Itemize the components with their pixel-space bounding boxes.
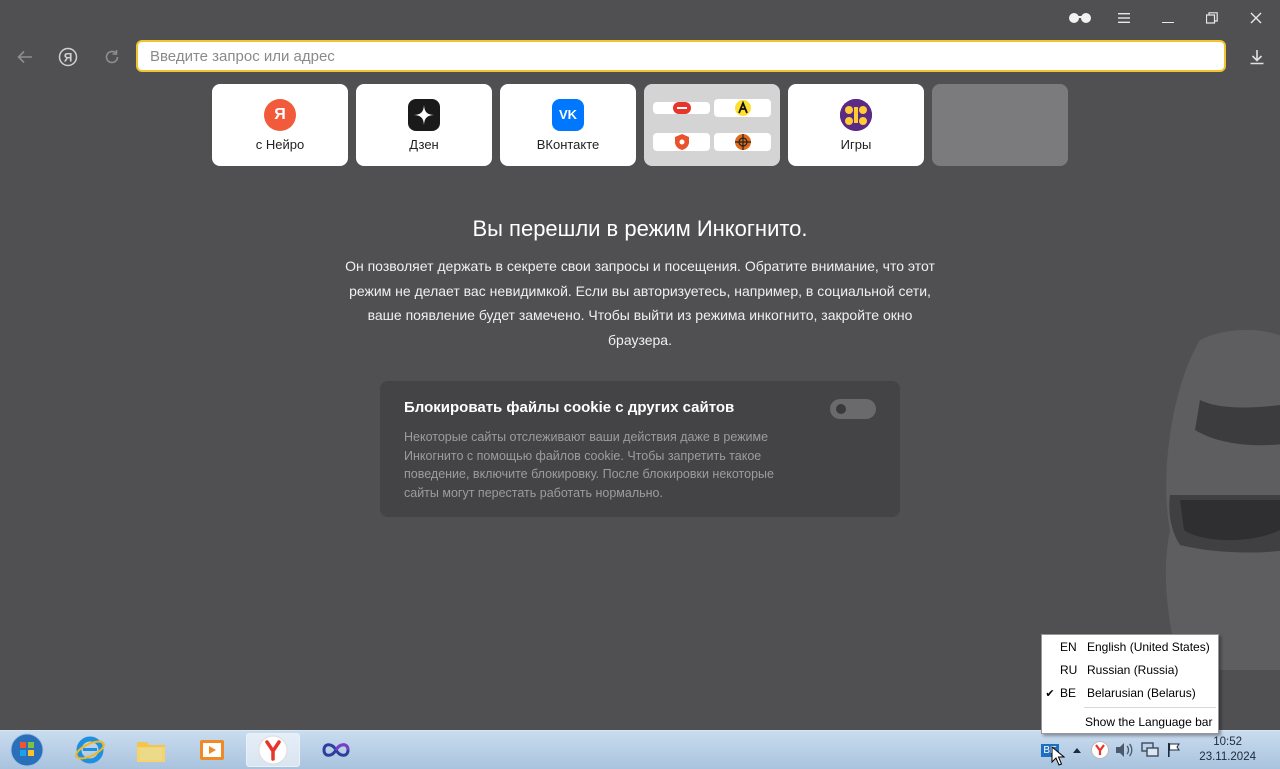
yandex-neuro-icon: Я — [264, 98, 296, 131]
minimize-icon[interactable] — [1154, 8, 1182, 28]
show-language-bar-label: Show the Language bar — [1085, 715, 1213, 729]
address-input[interactable] — [148, 46, 1224, 66]
volume-icon[interactable] — [1114, 731, 1134, 769]
address-bar[interactable] — [136, 40, 1226, 72]
close-icon[interactable] — [1242, 8, 1270, 28]
back-icon[interactable] — [12, 44, 38, 70]
language-code: BE — [1060, 686, 1077, 700]
cookie-block-description: Некоторые сайты отслеживают ваши действи… — [404, 430, 774, 500]
language-code: EN — [1060, 640, 1077, 654]
yandex-browser-taskbar-icon[interactable] — [246, 733, 300, 767]
network-icon[interactable] — [1140, 731, 1160, 769]
taskbar: BE 10:52 23.11.2024 — [0, 730, 1280, 769]
media-player-icon[interactable] — [185, 733, 239, 767]
tile-label: с Нейро — [255, 136, 305, 152]
mini-site-4[interactable] — [714, 133, 771, 151]
show-hidden-icons-icon[interactable] — [1070, 731, 1084, 769]
restore-icon[interactable] — [1198, 8, 1226, 28]
language-code: RU — [1060, 663, 1078, 677]
start-button[interactable] — [0, 733, 54, 767]
incognito-title: Вы перешли в режим Инкогнито. — [472, 216, 808, 241]
clock-time: 10:52 — [1213, 736, 1243, 748]
dzen-icon — [408, 98, 440, 131]
infinity-app-icon[interactable] — [309, 733, 363, 767]
mini-site-3[interactable] — [653, 133, 710, 151]
incognito-description: Он позволяет держать в секрете свои запр… — [345, 258, 935, 348]
tile-neuro[interactable]: Я с Нейро — [212, 84, 348, 166]
language-name: Russian (Russia) — [1087, 663, 1179, 677]
menu-divider — [1084, 707, 1216, 708]
language-item-en[interactable]: EN English (United States) — [1042, 636, 1218, 658]
mini-site-1[interactable] — [653, 102, 710, 114]
games-icon — [840, 98, 872, 131]
reload-icon[interactable] — [99, 44, 125, 70]
cookie-block-toggle[interactable] — [830, 399, 876, 419]
show-language-bar-item[interactable]: Show the Language bar — [1042, 711, 1218, 733]
system-clock[interactable]: 10:52 23.11.2024 — [1199, 735, 1256, 765]
internet-explorer-icon[interactable] — [63, 733, 117, 767]
speed-dial: Я с Нейро Дзен VK ВКонтакте Игры — [212, 84, 1068, 166]
action-center-flag-icon[interactable] — [1164, 731, 1184, 769]
vk-icon: VK — [552, 98, 584, 131]
tile-games[interactable]: Игры — [788, 84, 924, 166]
cookie-block-title: Блокировать файлы cookie с других сайтов — [404, 399, 735, 416]
menu-icon[interactable] — [1110, 8, 1138, 28]
tile-vk[interactable]: VK ВКонтакте — [500, 84, 636, 166]
checkmark-icon: ✔ — [1045, 687, 1055, 700]
explorer-folder-icon[interactable] — [124, 733, 178, 767]
cookie-block-card: Блокировать файлы cookie с других сайтов… — [380, 381, 900, 517]
language-name: Belarusian (Belarus) — [1087, 686, 1196, 700]
browser-window: Я Я с Нейро Дзен VK ВКонтакте — [0, 0, 1280, 730]
svg-text:Я: Я — [64, 51, 73, 65]
incognito-glasses-icon — [1066, 8, 1094, 28]
language-menu: EN English (United States) RU Russian (R… — [1041, 634, 1219, 734]
tile-label: Дзен — [409, 136, 439, 152]
incognito-mascot-icon — [1165, 330, 1280, 670]
language-item-be[interactable]: ✔ BE Belarusian (Belarus) — [1042, 682, 1218, 704]
tile-dzen[interactable]: Дзен — [356, 84, 492, 166]
tile-group[interactable] — [644, 84, 780, 166]
tile-empty[interactable] — [932, 84, 1068, 166]
yandex-tray-icon[interactable] — [1090, 731, 1110, 769]
tile-label: ВКонтакте — [536, 136, 600, 152]
downloads-icon[interactable] — [1244, 44, 1270, 70]
clock-date: 23.11.2024 — [1199, 751, 1256, 763]
language-item-ru[interactable]: RU Russian (Russia) — [1042, 659, 1218, 681]
mini-site-2[interactable] — [714, 99, 771, 117]
language-name: English (United States) — [1087, 640, 1210, 654]
yandex-logo-icon[interactable]: Я — [55, 44, 81, 70]
tile-label: Игры — [840, 136, 872, 152]
mouse-cursor-icon — [1050, 743, 1066, 769]
